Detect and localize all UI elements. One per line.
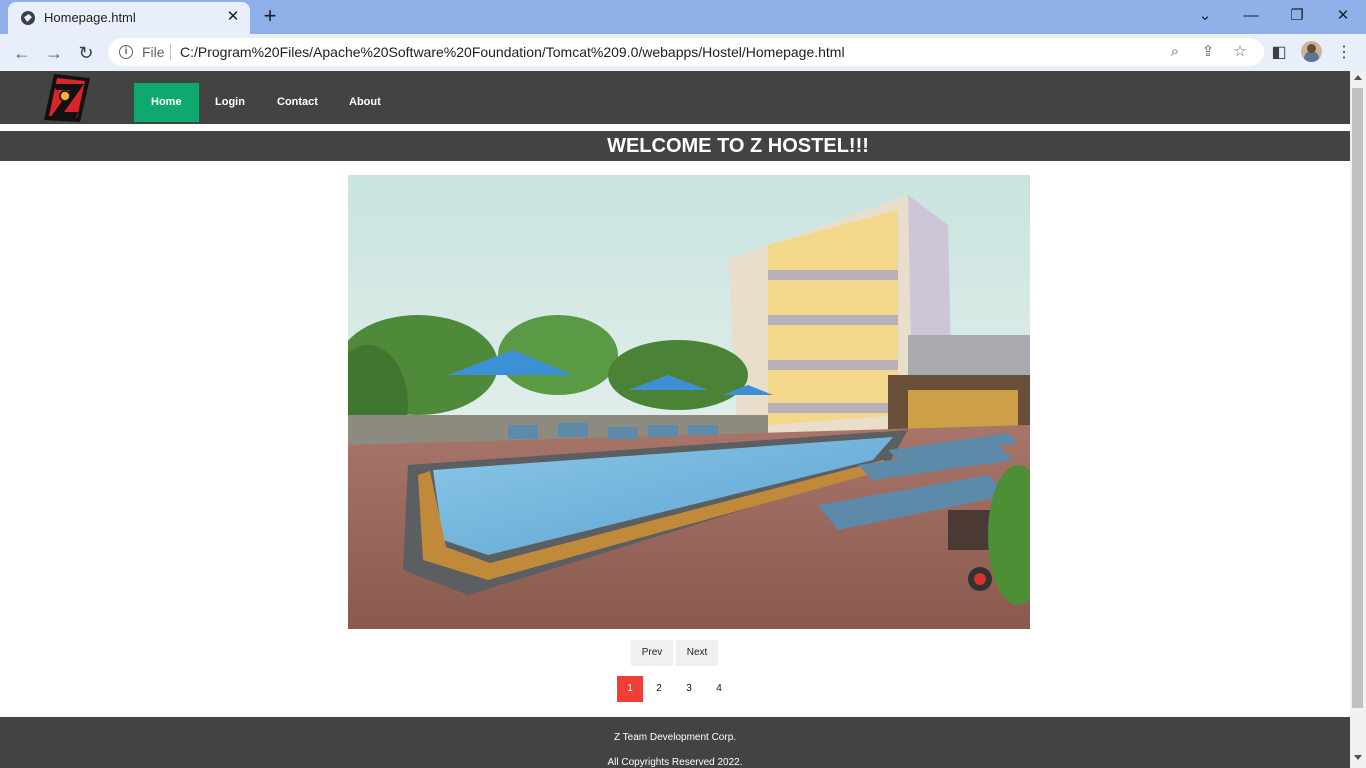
page-viewport: Home Login Contact About WELCOME TO Z HO… [0, 71, 1350, 768]
prev-button[interactable]: Prev [631, 640, 673, 666]
side-panel-icon[interactable]: ◧ [1267, 41, 1291, 65]
restore-icon[interactable]: ❐ [1283, 4, 1311, 28]
url-text[interactable]: C:/Program%20Files/Apache%20Software%20F… [180, 44, 845, 60]
z-logo[interactable] [40, 72, 94, 124]
forward-arrow-icon[interactable]: → [42, 41, 66, 65]
tab-title: Homepage.html [44, 10, 136, 25]
hostel-slide-image [348, 175, 1030, 629]
site-navbar: Home Login Contact About [0, 71, 1350, 124]
scheme-label: File [142, 44, 165, 60]
nav-login[interactable]: Login [198, 83, 262, 122]
next-button[interactable]: Next [676, 640, 718, 666]
window-close-icon[interactable]: ✕ [1329, 4, 1357, 28]
slide-page-1[interactable]: 1 [617, 676, 643, 702]
globe-icon [21, 11, 35, 25]
site-footer: Z Team Development Corp. All Copyrights … [0, 717, 1350, 768]
address-bar[interactable]: i File C:/Program%20Files/Apache%20Softw… [108, 38, 1264, 66]
vertical-scrollbar[interactable] [1350, 71, 1366, 768]
page-title: WELCOME TO Z HOSTEL!!! [607, 135, 869, 157]
close-icon[interactable]: ✕ [224, 8, 242, 26]
browser-toolbar: ← → ↻ i File C:/Program%20Files/Apache%2… [0, 34, 1366, 71]
nav-about[interactable]: About [332, 83, 398, 122]
slide-page-2[interactable]: 2 [646, 676, 672, 702]
zoom-icon[interactable]: ⌕ [1165, 42, 1185, 62]
footer-copyright: All Copyrights Reserved 2022. [607, 757, 743, 768]
divider [170, 44, 171, 60]
scroll-down-arrow-icon[interactable] [1354, 755, 1362, 760]
browser-tab-bar: Homepage.html ✕ + ⌄ — ❐ ✕ [0, 0, 1366, 34]
minimize-icon[interactable]: — [1237, 4, 1265, 28]
reload-icon[interactable]: ↻ [74, 41, 98, 65]
slide-page-4[interactable]: 4 [706, 676, 732, 702]
nav-home[interactable]: Home [134, 83, 199, 122]
back-arrow-icon[interactable]: ← [10, 41, 34, 65]
plus-icon[interactable]: + [258, 4, 282, 28]
profile-avatar[interactable] [1301, 41, 1322, 62]
browser-tab[interactable]: Homepage.html ✕ [8, 2, 250, 34]
star-icon[interactable]: ☆ [1230, 42, 1250, 62]
footer-company: Z Team Development Corp. [613, 732, 737, 743]
share-icon[interactable]: ⇪ [1198, 42, 1218, 62]
welcome-banner: WELCOME TO Z HOSTEL!!! [0, 131, 1350, 161]
info-icon[interactable]: i [119, 45, 133, 59]
chevron-down-icon[interactable]: ⌄ [1191, 4, 1219, 28]
slide-page-3[interactable]: 3 [676, 676, 702, 702]
scroll-up-arrow-icon[interactable] [1354, 75, 1362, 80]
scroll-thumb[interactable] [1352, 88, 1363, 708]
nav-contact[interactable]: Contact [260, 83, 335, 122]
kebab-menu-icon[interactable]: ⋮ [1332, 41, 1356, 65]
